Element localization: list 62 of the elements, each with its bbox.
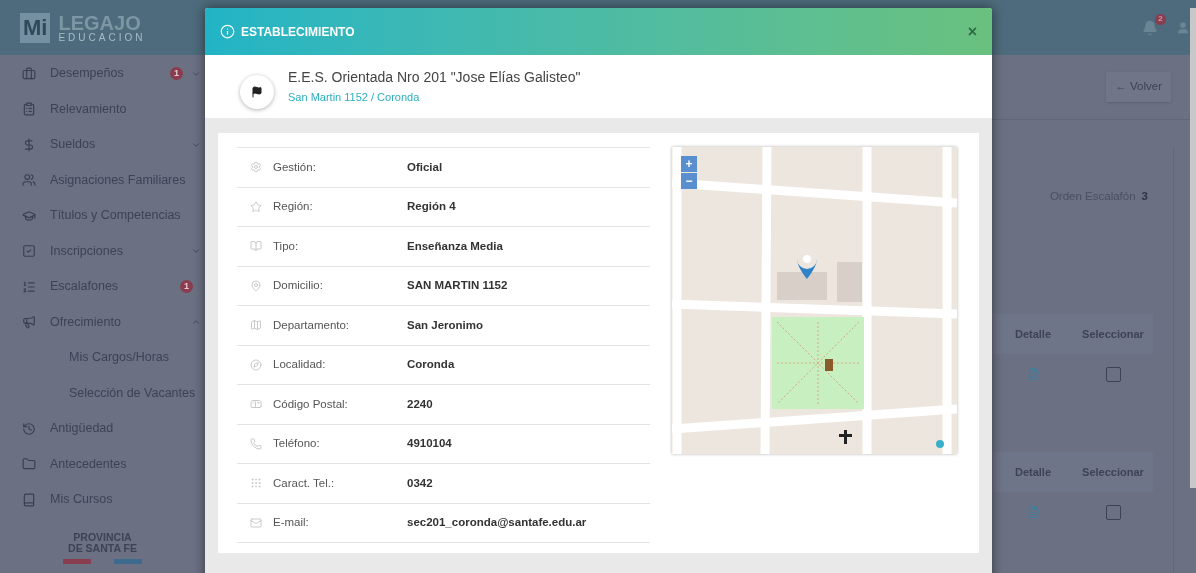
logo-mark: Mi	[20, 12, 51, 43]
count-badge: 1	[170, 67, 183, 81]
pin-icon	[250, 279, 262, 292]
book-icon	[250, 240, 262, 253]
keypad-icon	[250, 477, 262, 490]
field-value: SAN MARTIN 1152	[407, 278, 508, 294]
book-icon	[22, 492, 36, 507]
history-icon	[22, 421, 36, 436]
logo-subtitle: EDUCACION	[58, 32, 146, 43]
field-label: Tipo:	[273, 238, 300, 254]
field-label: Domicilio:	[273, 278, 324, 294]
bell-icon[interactable]	[1142, 19, 1158, 36]
field-value: sec201_coronda@santafe.edu.ar	[407, 515, 587, 531]
mailbox-icon	[250, 398, 262, 411]
notification-badge: 2	[1155, 13, 1166, 25]
field-label: Región:	[273, 199, 314, 215]
star-icon	[250, 200, 262, 213]
phone-icon	[250, 437, 262, 450]
scrollbar[interactable]	[1190, 8, 1196, 488]
briefcase-icon	[22, 66, 36, 81]
modal-title: ESTABLECIMIENTO	[241, 23, 355, 41]
checkbox-icon	[22, 244, 36, 259]
field-label: Localidad:	[273, 357, 327, 373]
field-value: 0342	[407, 475, 433, 491]
flag-icon	[251, 85, 263, 98]
field-value: Región 4	[407, 199, 456, 215]
user-icon[interactable]	[1176, 19, 1190, 36]
field-value: Enseñanza Media	[407, 238, 503, 254]
gear-icon	[250, 161, 262, 174]
folder-icon	[22, 457, 36, 472]
school-address: San Martin 1152 / Coronda	[288, 90, 421, 106]
school-name: E.E.S. Orientada Nro 201 "Jose Elías Galisteo"	[288, 68, 581, 88]
field-value: San Jeronimo	[407, 317, 484, 333]
graduation-cap-icon	[22, 208, 36, 223]
map-icon	[250, 319, 262, 332]
field-label: Teléfono:	[273, 436, 321, 452]
megaphone-icon	[22, 315, 36, 330]
envelope-icon	[250, 516, 262, 529]
field-label: Gestión:	[273, 159, 317, 175]
document-icon[interactable]	[1026, 505, 1040, 520]
compass-icon	[250, 358, 262, 371]
clipboard-icon	[22, 102, 36, 117]
field-label: Departamento:	[273, 317, 351, 333]
field-label: Caract. Tel.:	[273, 475, 336, 491]
field-label: Código Postal:	[273, 396, 349, 412]
select-checkbox[interactable]	[1105, 366, 1121, 382]
people-icon	[22, 173, 36, 188]
field-value: Oficial	[407, 159, 443, 175]
field-value: 4910104	[407, 436, 452, 452]
count-badge: 1	[180, 280, 193, 294]
zoom-out-button[interactable]: −	[681, 173, 697, 189]
order-value: 3	[1141, 189, 1148, 204]
field-label: E-mail:	[273, 515, 310, 531]
field-value: Coronda	[407, 357, 455, 373]
dollar-icon	[22, 137, 36, 152]
list-icon	[22, 279, 36, 294]
zoom-in-button[interactable]: +	[681, 156, 697, 172]
info-icon	[220, 24, 235, 39]
field-value: 2240	[407, 396, 433, 412]
close-button[interactable]: ×	[967, 19, 977, 44]
select-checkbox[interactable]	[1105, 504, 1121, 520]
document-icon[interactable]	[1026, 367, 1040, 382]
